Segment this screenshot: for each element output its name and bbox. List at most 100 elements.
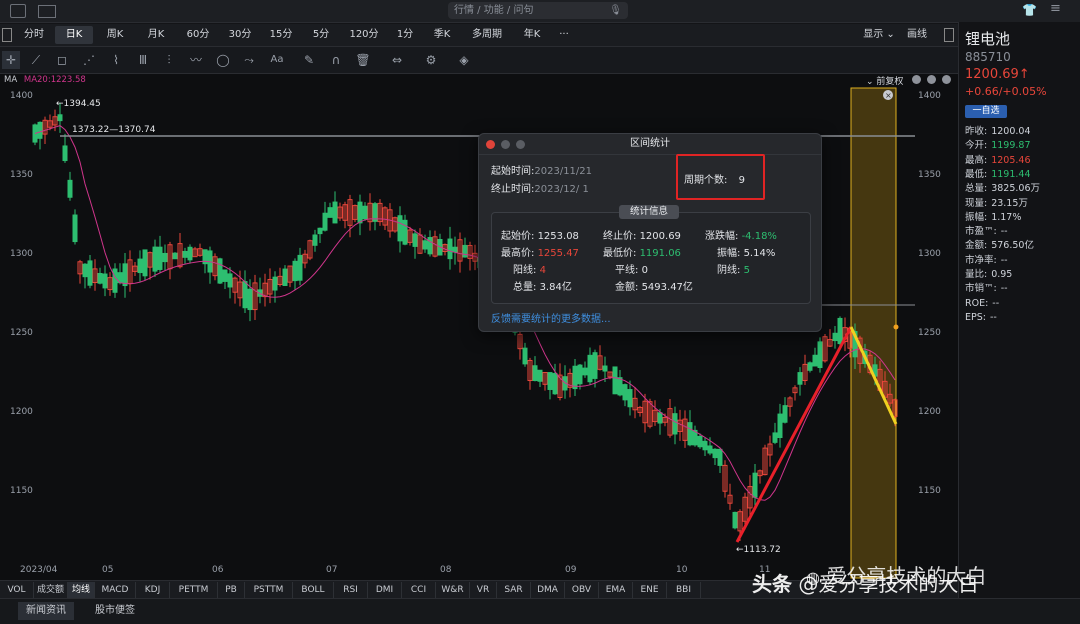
indicator-tab[interactable]: PETTM — [170, 582, 218, 598]
close-chart-icon[interactable] — [942, 75, 951, 84]
text-tool-icon[interactable]: Aa — [266, 51, 288, 69]
period-tab[interactable]: 1分 — [389, 26, 421, 44]
minimize-dot-icon[interactable] — [501, 140, 510, 149]
fib-tool-icon[interactable]: ⌇ — [107, 51, 125, 69]
indicator-tab[interactable]: EMA — [599, 582, 633, 598]
period-tab[interactable]: 月K — [137, 26, 175, 44]
mail-icon[interactable] — [38, 5, 56, 18]
price-tick-left: 1250 — [10, 328, 33, 338]
news-tab[interactable]: 新闻资讯 — [18, 602, 74, 620]
period-tab[interactable]: 周K — [96, 26, 134, 44]
quote-stat-value: 1205.46 — [991, 154, 1031, 166]
maximize-dot-icon[interactable] — [516, 140, 525, 149]
feedback-link[interactable]: 反馈需要统计的更多数据... — [491, 310, 611, 325]
close-dot-icon[interactable] — [486, 140, 495, 149]
period-tab[interactable]: 分时 — [16, 26, 52, 44]
rect-tool-icon[interactable]: ◻ — [53, 51, 71, 69]
candle-body — [397, 215, 403, 242]
candle-body — [612, 366, 618, 395]
trash-icon[interactable]: 🗑 — [354, 51, 372, 69]
shirt-icon[interactable]: 👕 — [1022, 3, 1037, 17]
period-tab[interactable]: 5分 — [303, 26, 339, 44]
stock-name: 锂电池 — [965, 30, 1011, 48]
indicator-tab[interactable]: DMA — [531, 582, 565, 598]
indicator-tab[interactable]: BOLL — [293, 582, 334, 598]
indicator-tab[interactable]: RSI — [334, 582, 368, 598]
quote-stat-value: 1200.04 — [991, 126, 1031, 137]
yang-value: 4 — [539, 265, 546, 276]
quote-stat-row: 今开: 1199.87 — [965, 140, 1031, 152]
quote-stat-value: -- — [989, 311, 997, 323]
top-bar: 行情 / 功能 / 问句 🎙 👕 ≡ — [0, 0, 1080, 23]
period-tab[interactable]: 60分 — [178, 26, 218, 44]
indicator-tab[interactable]: VOL — [0, 582, 34, 598]
magnet-icon[interactable]: ∩ — [327, 51, 345, 69]
adjust-label: 前复权 — [876, 77, 904, 87]
indicator-tab[interactable]: MACD — [95, 582, 136, 598]
period-tab[interactable]: 日K — [55, 26, 93, 44]
draw-line-button[interactable]: 画线 — [902, 26, 932, 44]
sidebar-toggle-icon[interactable] — [2, 28, 12, 42]
quote-stat-row: EPS: -- — [965, 312, 997, 324]
candle-body — [57, 114, 63, 122]
period-tab[interactable]: ··· — [553, 26, 575, 44]
news-tab[interactable]: 股市便签 — [82, 602, 148, 620]
arrow-tool-icon[interactable]: ⤳ — [240, 51, 258, 69]
vol-label: 总量: — [513, 282, 537, 293]
quote-stat-value: 0.95 — [991, 269, 1013, 280]
wave-tool-icon[interactable]: 〰 — [187, 51, 205, 69]
indicator-tab[interactable]: VR — [470, 582, 497, 598]
menu-icon[interactable]: ≡ — [1050, 1, 1061, 16]
indicator-tab[interactable]: PSTTM — [245, 582, 293, 598]
candle-body — [537, 369, 543, 382]
gann-tool-icon[interactable]: ⫶ — [160, 51, 178, 69]
search-input[interactable]: 行情 / 功能 / 问句 🎙 — [448, 2, 628, 19]
candle-body — [657, 412, 663, 424]
add-watchlist-button[interactable]: 一自选 — [965, 105, 1007, 118]
microphone-icon[interactable]: 🎙 — [609, 2, 622, 19]
window-icon[interactable] — [10, 4, 26, 18]
period-tab[interactable]: 120分 — [342, 26, 386, 44]
display-menu[interactable]: 显示 ⌄ — [858, 26, 900, 44]
candle-body — [602, 365, 608, 372]
period-tab[interactable]: 30分 — [221, 26, 259, 44]
settings-icon[interactable]: ⚙ — [422, 51, 440, 69]
indicator-tab[interactable]: PB — [218, 582, 245, 598]
layers-icon[interactable]: ◈ — [455, 51, 473, 69]
candle-body — [362, 205, 368, 220]
zoom-out-icon[interactable] — [927, 75, 936, 84]
bars-tool-icon[interactable]: Ⅲ — [134, 51, 152, 69]
quote-stat-value: -- — [1000, 283, 1008, 295]
yang-count: 阳线: 4 — [513, 261, 546, 276]
indicator-tab[interactable]: CCI — [402, 582, 436, 598]
period-tab[interactable]: 15分 — [262, 26, 300, 44]
indicator-tab[interactable]: 成交额 — [34, 582, 68, 598]
indicator-tab[interactable]: SAR — [497, 582, 531, 598]
candle-body — [37, 121, 43, 139]
candle-body — [312, 234, 318, 246]
indicator-tab[interactable]: DMI — [368, 582, 402, 598]
channel-tool-icon[interactable]: ⋰ — [80, 51, 98, 69]
indicator-tab[interactable]: OBV — [565, 582, 599, 598]
quote-stat-value: 3825.06万 — [991, 183, 1040, 195]
quote-stat-label: 市盈™: — [965, 226, 997, 238]
indicator-tab[interactable]: BBI — [667, 582, 701, 598]
period-tab[interactable]: 多周期 — [463, 26, 511, 44]
price-tick-right: 1350 — [918, 170, 941, 180]
pen-tool-icon[interactable]: ✎ — [300, 51, 318, 69]
low-value: 1191.06 — [639, 248, 681, 259]
period-tab[interactable]: 年K — [514, 26, 550, 44]
zoom-in-icon[interactable] — [912, 75, 921, 84]
crosshair-icon[interactable]: ✛ — [2, 51, 20, 69]
indicator-tab[interactable]: KDJ — [136, 582, 170, 598]
indicator-tab[interactable]: 均线 — [68, 582, 95, 598]
circle-tool-icon[interactable]: ◯ — [214, 51, 232, 69]
period-tab[interactable]: 季K — [424, 26, 460, 44]
panel-toggle-icon[interactable] — [944, 28, 954, 42]
indicator-tab[interactable]: ENE — [633, 582, 667, 598]
adjust-select[interactable]: ⌄ 前复权 — [866, 74, 903, 87]
indicator-tab[interactable]: W&R — [436, 582, 470, 598]
quote-stat-value: 1191.44 — [991, 168, 1031, 180]
line-tool-icon[interactable]: ⟋ — [27, 51, 45, 69]
move-icon[interactable]: ⇔ — [388, 51, 406, 69]
